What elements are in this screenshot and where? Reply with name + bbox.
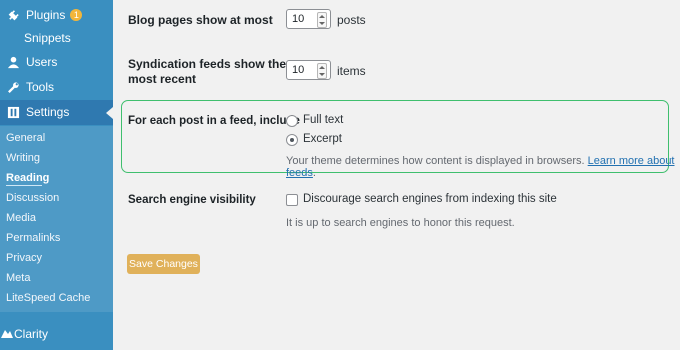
blog-pages-input[interactable]: 10 (286, 9, 331, 29)
sidebar-item-tools[interactable]: Tools (0, 75, 113, 99)
full-text-label[interactable]: Full text (303, 114, 343, 126)
input-value: 10 (292, 64, 305, 76)
blog-pages-unit: posts (337, 13, 366, 27)
full-text-radio[interactable] (286, 115, 298, 127)
clarity-icon (0, 327, 14, 342)
submenu-item-meta[interactable]: Meta (6, 272, 30, 284)
syndication-label: Syndication feeds show the most recent (128, 57, 286, 87)
syndication-items-input[interactable]: 10 (286, 60, 331, 80)
number-spinner[interactable] (317, 12, 327, 28)
syndication-unit: items (337, 64, 366, 78)
excerpt-radio[interactable] (286, 134, 298, 146)
sidebar-item-label: Tools (26, 80, 55, 94)
settings-submenu: General Writing Reading Discussion Media… (0, 126, 113, 312)
submenu-item-discussion[interactable]: Discussion (6, 192, 59, 204)
submenu-item-media[interactable]: Media (6, 212, 36, 224)
wrench-icon (6, 80, 20, 94)
admin-sidebar: Plugins 1 Snippets Users Tools Settings … (0, 0, 113, 350)
feed-description-suffix: . (312, 167, 316, 179)
update-count-badge: 1 (70, 9, 83, 21)
sidebar-item-settings[interactable]: Settings (0, 100, 113, 124)
submenu-item-general[interactable]: General (6, 132, 45, 144)
discourage-search-checkbox[interactable] (286, 194, 298, 206)
input-value: 10 (292, 13, 305, 25)
discourage-search-label[interactable]: Discourage search engines from indexing … (303, 193, 557, 205)
number-spinner[interactable] (317, 63, 327, 79)
sidebar-item-users[interactable]: Users (0, 50, 113, 74)
user-icon (6, 55, 20, 69)
sidebar-item-label: Plugins (26, 8, 66, 22)
sidebar-item-label: Users (26, 55, 58, 69)
blog-pages-label: Blog pages show at most (128, 13, 273, 27)
submenu-item-permalinks[interactable]: Permalinks (6, 232, 60, 244)
sidebar-item-label: Clarity (14, 327, 49, 341)
settings-icon (6, 105, 20, 119)
sidebar-item-clarity[interactable]: Clarity (0, 322, 113, 346)
plugin-icon (6, 8, 20, 22)
sidebar-item-plugins[interactable]: Plugins 1 (0, 3, 113, 27)
syndication-label-line1: Syndication feeds show the (128, 57, 287, 71)
sidebar-item-label: Snippets (24, 31, 71, 45)
submenu-item-reading[interactable]: Reading (6, 172, 49, 186)
feed-include-label: For each post in a feed, include (128, 115, 300, 127)
save-changes-button[interactable]: Save Changes (127, 254, 200, 274)
feed-description: Your theme determines how content is dis… (286, 155, 680, 179)
sidebar-item-snippets[interactable]: Snippets (0, 28, 113, 48)
excerpt-label[interactable]: Excerpt (303, 133, 342, 145)
search-visibility-note: It is up to search engines to honor this… (286, 217, 515, 229)
feed-description-text: Your theme determines how content is dis… (286, 155, 585, 167)
submenu-item-litespeed-cache[interactable]: LiteSpeed Cache (6, 292, 90, 304)
submenu-item-privacy[interactable]: Privacy (6, 252, 42, 264)
syndication-label-line2: most recent (128, 72, 197, 86)
sidebar-item-label: Settings (26, 105, 70, 119)
submenu-item-writing[interactable]: Writing (6, 152, 40, 164)
search-visibility-label: Search engine visibility (128, 194, 256, 206)
